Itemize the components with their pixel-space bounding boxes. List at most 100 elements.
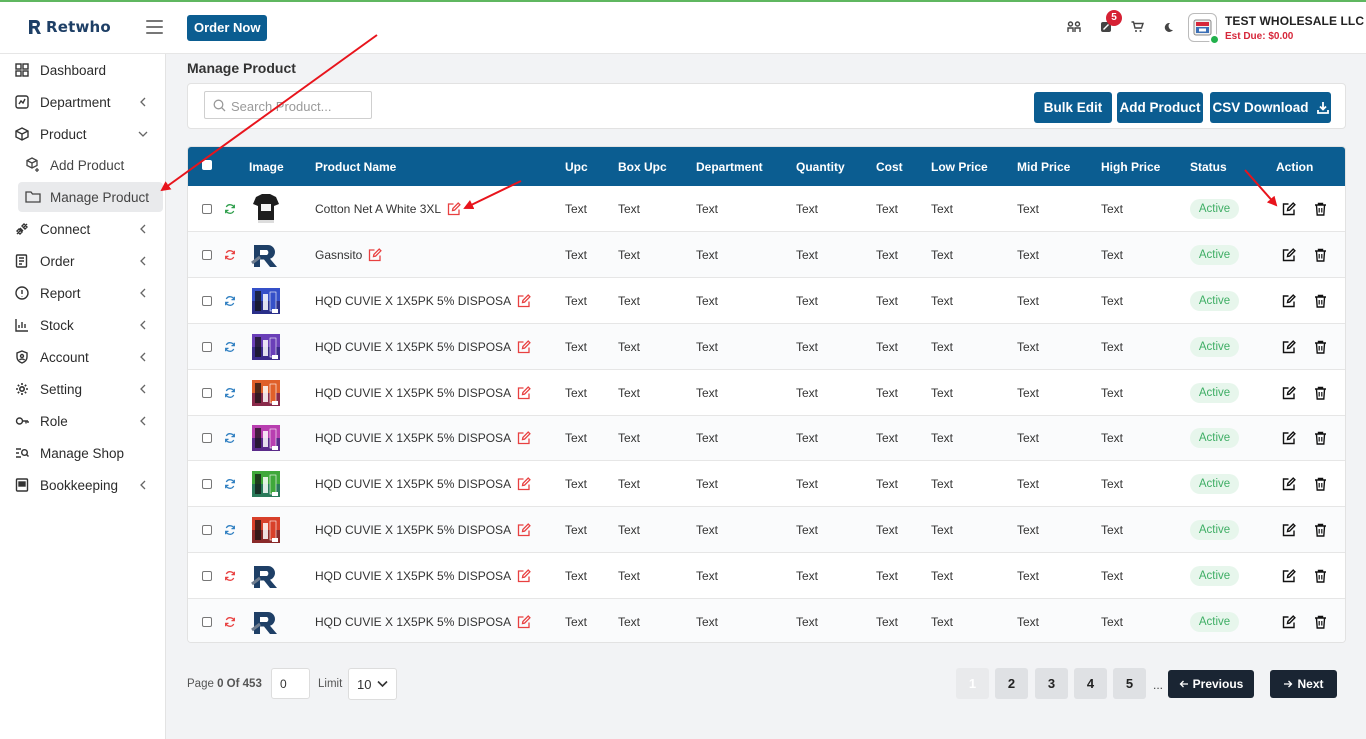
moon-icon[interactable] bbox=[1160, 19, 1176, 35]
edit-name-icon[interactable] bbox=[517, 476, 531, 491]
row-checkbox[interactable] bbox=[202, 524, 212, 535]
edit-icon[interactable] bbox=[1282, 522, 1296, 537]
trash-icon[interactable] bbox=[1314, 294, 1327, 308]
sidebar-item-setting[interactable]: Setting bbox=[0, 374, 166, 404]
sidebar-item-manage-shop[interactable]: Manage Shop bbox=[0, 438, 166, 468]
sidebar-item-department[interactable]: Department bbox=[0, 87, 166, 117]
cost-cell: Text bbox=[876, 476, 899, 491]
page-button-4[interactable]: 4 bbox=[1074, 668, 1107, 699]
search-input[interactable] bbox=[231, 96, 367, 116]
row-checkbox[interactable] bbox=[202, 203, 212, 214]
sidebar-item-account[interactable]: Account bbox=[0, 342, 166, 372]
order-icon bbox=[14, 253, 30, 269]
sidebar-item-product[interactable]: Product bbox=[0, 119, 166, 149]
sync-icon[interactable] bbox=[224, 524, 236, 536]
sync-icon[interactable] bbox=[224, 341, 236, 353]
brand-name: Retwho bbox=[46, 18, 111, 36]
row-checkbox[interactable] bbox=[202, 570, 212, 581]
sidebar-item-connect[interactable]: Connect bbox=[0, 214, 166, 244]
sync-icon[interactable] bbox=[224, 295, 236, 307]
trash-icon[interactable] bbox=[1314, 431, 1327, 445]
edit-icon[interactable] bbox=[1282, 293, 1296, 308]
high-cell: Text bbox=[1101, 568, 1124, 583]
cart-icon[interactable] bbox=[1129, 19, 1145, 35]
sidebar-item-report[interactable]: Report bbox=[0, 278, 166, 308]
search-box[interactable] bbox=[204, 91, 372, 119]
trash-icon[interactable] bbox=[1314, 340, 1327, 354]
row-checkbox[interactable] bbox=[202, 249, 212, 260]
add-product-button[interactable]: Add Product bbox=[1117, 92, 1203, 123]
mid-cell: Text bbox=[1017, 201, 1040, 216]
sidebar-item-stock[interactable]: Stock bbox=[0, 310, 166, 340]
edit-icon[interactable] bbox=[1282, 247, 1296, 262]
sync-icon[interactable] bbox=[224, 478, 236, 490]
page-button-1[interactable]: 1 bbox=[956, 668, 989, 699]
trash-icon[interactable] bbox=[1314, 386, 1327, 400]
row-checkbox[interactable] bbox=[202, 478, 212, 489]
edit-name-icon[interactable] bbox=[517, 293, 531, 308]
menu-toggle-icon[interactable] bbox=[146, 20, 163, 34]
sync-icon[interactable] bbox=[224, 616, 236, 628]
sidebar-item-order[interactable]: Order bbox=[0, 246, 166, 276]
edit-name-icon[interactable] bbox=[517, 522, 531, 537]
box-upc-cell: Text bbox=[618, 385, 641, 400]
edit-name-icon[interactable] bbox=[517, 614, 531, 629]
row-checkbox[interactable] bbox=[202, 433, 212, 443]
row-checkbox[interactable] bbox=[202, 341, 212, 352]
csv-download-button[interactable]: CSV Download bbox=[1210, 92, 1331, 123]
company-name[interactable]: TEST WHOLESALE LLC bbox=[1225, 14, 1364, 28]
product-name-cell: HQD CUVIE X 1X5PK 5% DISPOSA bbox=[315, 523, 531, 537]
trash-icon[interactable] bbox=[1314, 569, 1327, 583]
select-all-checkbox[interactable] bbox=[202, 160, 212, 170]
previous-button[interactable]: Previous bbox=[1168, 670, 1254, 698]
trash-icon[interactable] bbox=[1314, 615, 1327, 629]
sync-icon[interactable] bbox=[224, 249, 236, 261]
high-cell: Text bbox=[1101, 476, 1124, 491]
edit-icon[interactable] bbox=[1282, 385, 1296, 400]
page-button-5[interactable]: 5 bbox=[1113, 668, 1146, 699]
sidebar-item-manage-product[interactable]: Manage Product bbox=[18, 182, 163, 212]
sync-icon[interactable] bbox=[224, 387, 236, 399]
sync-icon[interactable] bbox=[224, 203, 236, 215]
page-button-2[interactable]: 2 bbox=[995, 668, 1028, 699]
low-cell: Text bbox=[931, 476, 954, 491]
edit-icon[interactable] bbox=[1282, 201, 1296, 216]
edit-icon[interactable] bbox=[1282, 476, 1296, 491]
column-header: Action bbox=[1276, 160, 1314, 174]
order-now-button[interactable]: Order Now bbox=[187, 15, 268, 41]
trash-icon[interactable] bbox=[1314, 202, 1327, 216]
trash-icon[interactable] bbox=[1314, 248, 1327, 262]
trash-icon[interactable] bbox=[1314, 477, 1327, 491]
row-checkbox[interactable] bbox=[202, 387, 212, 398]
row-checkbox[interactable] bbox=[202, 616, 212, 627]
edit-name-icon[interactable] bbox=[517, 339, 531, 354]
edit-name-icon[interactable] bbox=[517, 431, 531, 445]
high-cell: Text bbox=[1101, 522, 1124, 537]
edit-name-icon[interactable] bbox=[517, 385, 531, 400]
page-number-input[interactable] bbox=[271, 668, 310, 699]
edit-icon[interactable] bbox=[1282, 614, 1296, 629]
edit-name-icon[interactable] bbox=[447, 201, 461, 216]
plug-icon bbox=[14, 221, 30, 237]
edit-icon[interactable] bbox=[1282, 568, 1296, 583]
sidebar-item-bookkeeping[interactable]: Bookkeeping bbox=[0, 470, 166, 500]
row-checkbox[interactable] bbox=[202, 295, 212, 306]
edit-icon[interactable] bbox=[1282, 431, 1296, 445]
sidebar-item-add-product[interactable]: Add Product bbox=[18, 150, 163, 180]
edit-icon[interactable] bbox=[1282, 339, 1296, 354]
product-name: Gasnsito bbox=[315, 247, 363, 262]
sidebar-item-role[interactable]: Role bbox=[0, 406, 166, 436]
trash-icon[interactable] bbox=[1314, 523, 1327, 537]
page-button-3[interactable]: 3 bbox=[1035, 668, 1068, 699]
sync-icon[interactable] bbox=[224, 432, 236, 444]
bulk-edit-button[interactable]: Bulk Edit bbox=[1034, 92, 1112, 123]
brand-logo[interactable]: Retwho bbox=[28, 18, 111, 36]
users-icon[interactable] bbox=[1066, 19, 1082, 35]
edit-name-icon[interactable] bbox=[368, 247, 383, 262]
next-button[interactable]: Next bbox=[1270, 670, 1337, 698]
limit-select[interactable]: 10 bbox=[348, 668, 397, 700]
sync-icon[interactable] bbox=[224, 570, 236, 582]
edit-name-icon[interactable] bbox=[517, 568, 531, 583]
sidebar-item-dashboard[interactable]: Dashboard bbox=[0, 55, 166, 85]
user-avatar[interactable] bbox=[1188, 13, 1220, 45]
